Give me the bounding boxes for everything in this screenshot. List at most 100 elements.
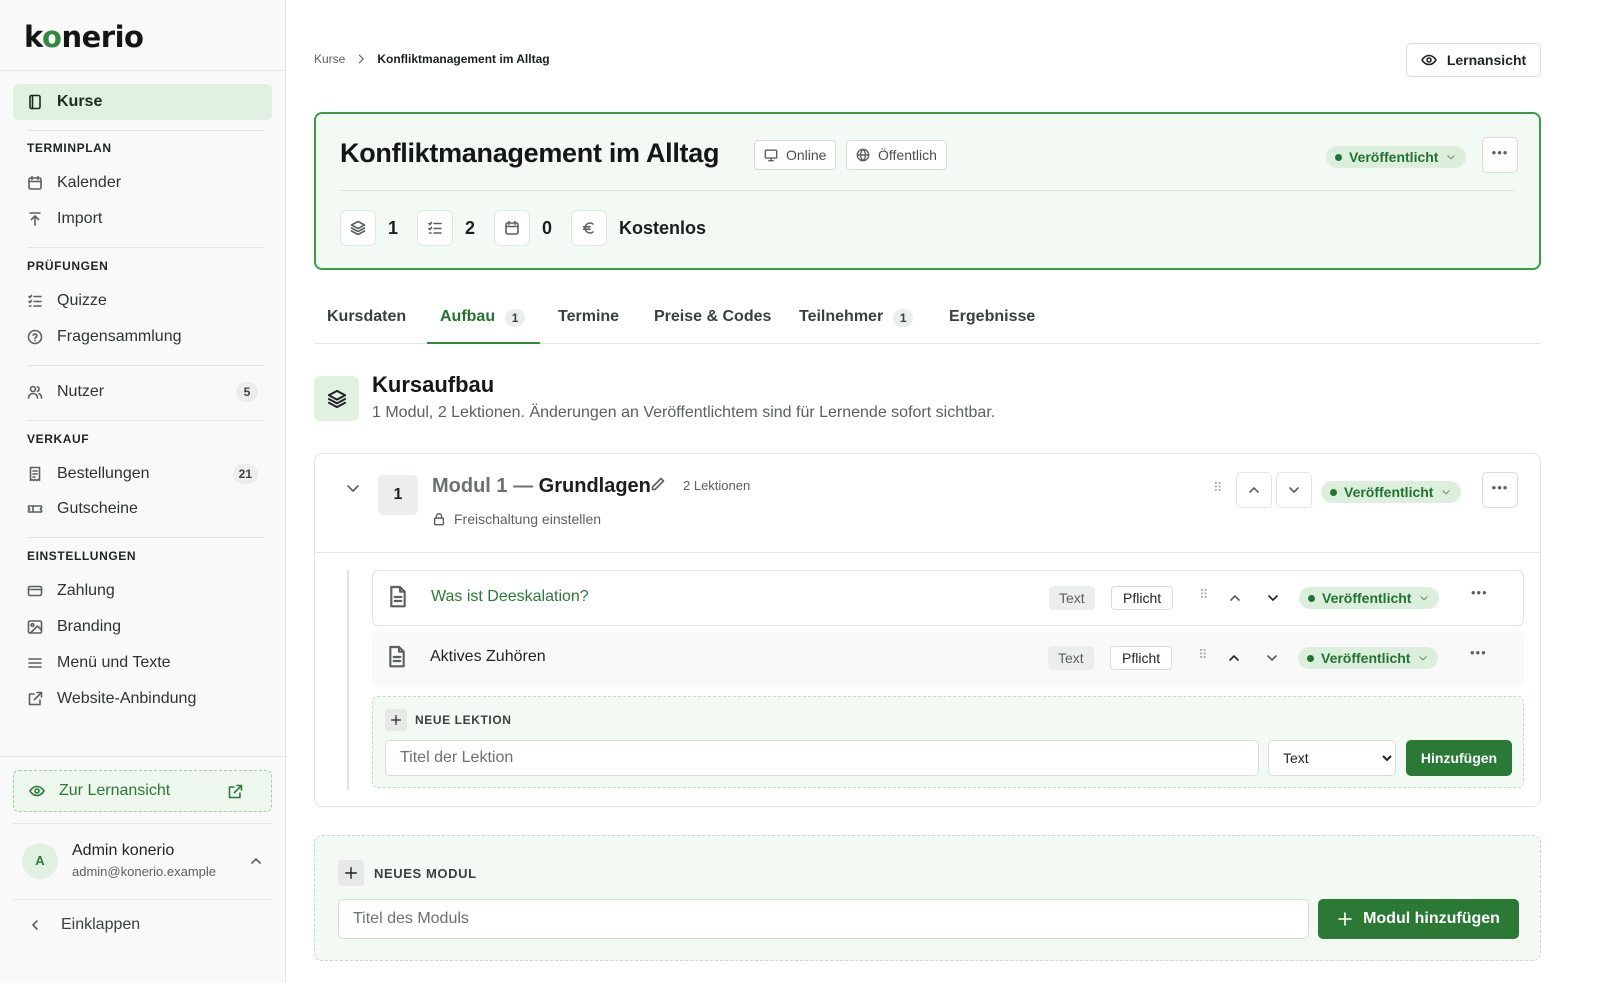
lesson-status-dropdown[interactable]: Veröffentlicht — [1299, 587, 1440, 609]
add-lesson-button[interactable]: Hinzufügen — [1406, 740, 1512, 776]
tab-termine[interactable]: Termine — [545, 300, 632, 344]
lesson-type-chip: Text — [1049, 586, 1095, 610]
lesson-title-input[interactable] — [385, 740, 1259, 776]
euro-icon — [582, 222, 594, 234]
lesson-required-chip[interactable]: Pflicht — [1110, 646, 1173, 670]
sidebar-item-menue-texte[interactable]: Menü und Texte — [13, 645, 272, 681]
sidebar-item-quizze[interactable]: Quizze — [13, 283, 272, 319]
logo-part: k — [24, 20, 43, 54]
sidebar-item-kalender[interactable]: Kalender — [13, 165, 272, 201]
stat-lessons: 2 — [417, 210, 475, 246]
status-dot — [1308, 594, 1315, 602]
move-down-button[interactable] — [1276, 472, 1312, 508]
tab-label: Teilnehmer — [799, 308, 884, 325]
drag-handle-icon[interactable]: ⠿ — [1199, 588, 1209, 601]
move-up-button[interactable] — [1236, 472, 1272, 508]
calendar-icon — [505, 220, 519, 235]
tab-label: Preise & Codes — [654, 308, 772, 325]
stat-value: 1 — [388, 217, 399, 238]
sidebar-item-label: Kurse — [57, 93, 103, 110]
breadcrumb-link-kurse[interactable]: Kurse — [314, 52, 345, 66]
chevron-up-icon[interactable] — [1226, 650, 1242, 666]
lesson-status-dropdown[interactable]: Veröffentlicht — [1298, 647, 1439, 669]
new-module-heading: NEUES MODUL — [338, 860, 477, 886]
chevron-down-icon — [1419, 656, 1428, 661]
chevron-down-icon — [1442, 490, 1451, 495]
pencil-icon[interactable] — [650, 476, 666, 492]
divider — [27, 130, 264, 131]
sidebar-item-gutscheine[interactable]: Gutscheine — [13, 491, 272, 527]
drag-handle-icon[interactable]: ⠿ — [1213, 481, 1223, 494]
sidebar-item-zahlung[interactable]: Zahlung — [13, 573, 272, 609]
tab-teilnehmer[interactable]: Teilnehmer 1 — [786, 300, 926, 344]
logo-part: o — [42, 20, 62, 54]
lesson-type-select[interactable]: Text — [1268, 740, 1396, 776]
tab-ergebnisse[interactable]: Ergebnisse — [936, 300, 1048, 344]
sidebar-item-label: Branding — [57, 618, 122, 635]
sidebar-item-label: Fragensammlung — [57, 328, 182, 345]
module-status-dropdown[interactable]: Veröffentlicht — [1321, 481, 1462, 503]
lesson-type-chip: Text — [1048, 646, 1094, 670]
sidebar-item-branding[interactable]: Branding — [13, 609, 272, 645]
menu-icon — [28, 658, 42, 668]
eye-icon — [1421, 54, 1437, 66]
user-menu[interactable]: A Admin konerio admin@konerio.example — [22, 840, 272, 884]
lesson-required-chip[interactable]: Pflicht — [1111, 586, 1174, 610]
konerio-logo[interactable]: konerio — [24, 20, 144, 54]
tab-preise-codes[interactable]: Preise & Codes — [641, 300, 784, 344]
learner-view-button[interactable]: Zur Lernansicht — [13, 770, 272, 812]
learn-view-button[interactable]: Lernansicht — [1406, 43, 1541, 77]
sidebar-item-label: Quizze — [57, 292, 107, 309]
layers-icon — [350, 220, 366, 236]
sidebar-item-bestellungen[interactable]: Bestellungen 21 — [13, 456, 272, 492]
drag-handle-icon[interactable]: ⠿ — [1198, 648, 1208, 661]
course-more-button[interactable]: ••• — [1482, 137, 1518, 173]
chevron-down-icon[interactable] — [1265, 590, 1281, 606]
ticket-icon — [27, 505, 43, 513]
user-email: admin@konerio.example — [72, 864, 216, 879]
lesson-more-button[interactable]: ••• — [1471, 585, 1488, 600]
chevron-right-icon — [359, 54, 365, 64]
status-dot — [1335, 153, 1342, 161]
divider — [13, 899, 272, 900]
lesson-more-button[interactable]: ••• — [1470, 645, 1487, 660]
chevron-down-icon[interactable] — [1264, 650, 1280, 666]
checklist-icon — [28, 294, 42, 307]
module-header: 1 Modul 1 — Grundlagen 2 Lektionen Freis… — [315, 454, 1540, 553]
status-dot — [1330, 488, 1337, 496]
sidebar-item-label: Website-Anbindung — [57, 690, 197, 707]
section-heading-pruefungen: PRÜFUNGEN — [27, 259, 109, 273]
sidebar-item-import[interactable]: Import — [13, 201, 272, 237]
sidebar: konerio Kurse TERMINPLAN Kalender Import… — [0, 0, 286, 983]
chevron-down-icon[interactable] — [345, 480, 361, 496]
chevron-up-icon[interactable] — [1227, 590, 1243, 606]
lesson-row[interactable]: Was ist Deeskalation? Text Pflicht ⠿ Ver… — [372, 570, 1524, 626]
module-more-button[interactable]: ••• — [1482, 472, 1518, 508]
document-icon — [389, 645, 405, 668]
new-module-form: NEUES MODUL Modul hinzufügen — [314, 835, 1541, 961]
course-status-dropdown[interactable]: Veröffentlicht — [1326, 146, 1467, 168]
tab-label: Kursdaten — [327, 308, 407, 325]
collapse-sidebar-button[interactable]: Einklappen — [27, 916, 140, 934]
sidebar-item-nutzer[interactable]: Nutzer 5 — [13, 374, 272, 410]
divider — [27, 247, 264, 248]
tab-aufbau[interactable]: Aufbau 1 — [427, 300, 540, 344]
globe-icon — [856, 148, 870, 162]
unlock-label: Freischaltung einstellen — [454, 511, 602, 527]
section-heading-terminplan: TERMINPLAN — [27, 141, 112, 155]
sidebar-item-fragensammlung[interactable]: Fragensammlung — [13, 319, 272, 355]
sidebar-item-kurse[interactable]: Kurse — [13, 84, 272, 120]
sidebar-item-label: Kalender — [57, 174, 122, 191]
unlock-settings-link[interactable]: Freischaltung einstellen — [432, 511, 601, 527]
lesson-title[interactable]: Aktives Zuhören — [430, 648, 546, 666]
lesson-row[interactable]: Aktives Zuhören Text Pflicht ⠿ Veröffent… — [372, 631, 1524, 687]
module-title-input[interactable] — [338, 899, 1309, 939]
book-icon — [29, 94, 41, 110]
upload-icon — [29, 212, 41, 226]
sidebar-item-label: Zahlung — [57, 582, 115, 599]
lesson-title[interactable]: Was ist Deeskalation? — [431, 588, 589, 606]
add-module-button[interactable]: Modul hinzufügen — [1318, 899, 1519, 939]
sidebar-item-website-anbindung[interactable]: Website-Anbindung — [13, 681, 272, 717]
tab-label: Termine — [558, 308, 620, 325]
tab-kursdaten[interactable]: Kursdaten — [314, 300, 419, 344]
